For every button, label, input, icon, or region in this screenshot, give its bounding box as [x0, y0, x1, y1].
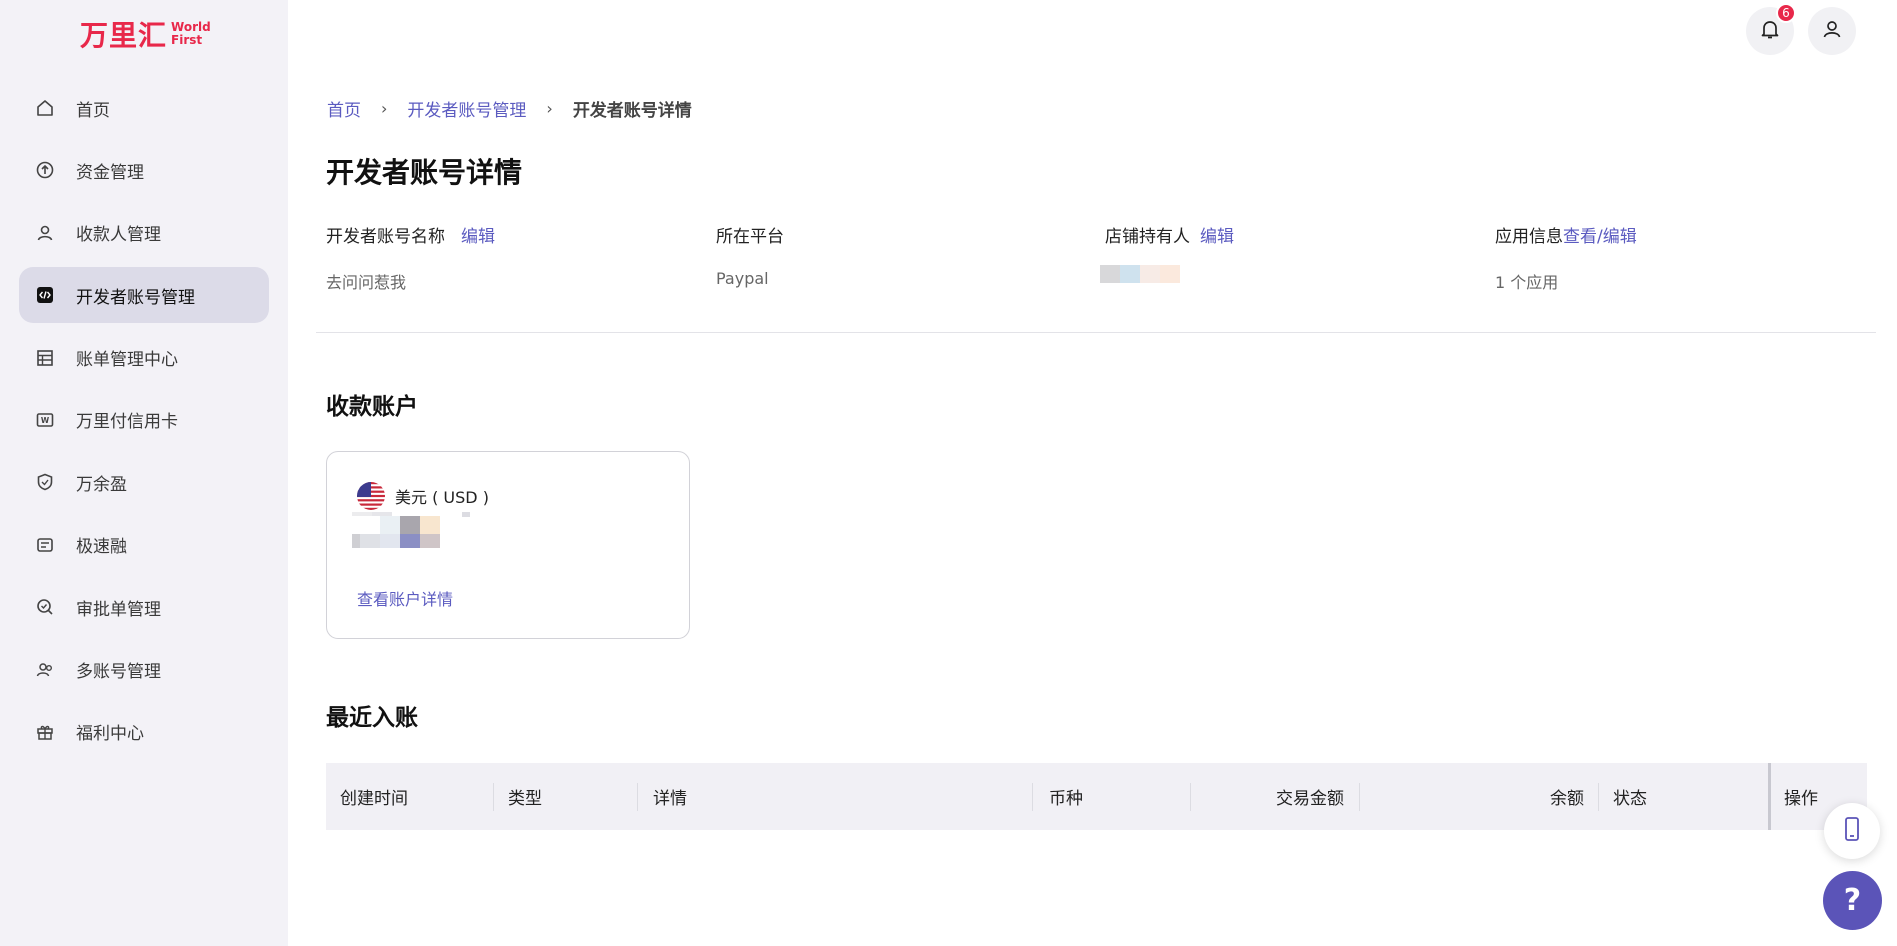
breadcrumb: 首页 › 开发者账号管理 › 开发者账号详情	[327, 96, 692, 121]
platform-label: 所在平台	[716, 227, 784, 247]
multi-account-icon	[35, 660, 55, 680]
account-name-label: 开发者账号名称	[326, 227, 445, 247]
brand-name-cn: 万里汇	[80, 19, 168, 52]
receiving-accounts-title: 收款账户	[326, 394, 418, 420]
breadcrumb-current: 开发者账号详情	[572, 101, 692, 121]
sidebar-item-label: 账单管理中心	[76, 350, 178, 371]
sidebar: 万里汇 World First 首页 资金管理 收款人管理 开发者账号管理 账单…	[0, 0, 288, 946]
bell-icon	[1759, 18, 1781, 44]
approval-icon	[35, 597, 55, 617]
account-currency: 美元 ( USD )	[395, 488, 489, 507]
sticky-column-shadow	[1768, 763, 1771, 830]
user-icon	[1821, 18, 1843, 44]
platform-field: 所在平台 Paypal	[716, 222, 784, 288]
app-info-label: 应用信息	[1495, 227, 1563, 247]
phone-icon	[1841, 816, 1863, 846]
column-divider	[1032, 783, 1033, 811]
sidebar-item-label: 开发者账号管理	[76, 287, 195, 308]
column-header-balance: 余额	[1550, 789, 1584, 809]
card-icon: W	[35, 410, 55, 430]
sidebar-item-fast-finance[interactable]: 极速融	[19, 517, 269, 573]
chevron-right-icon: ›	[381, 99, 388, 118]
app-info-field: 应用信息 查看/编辑 1 个应用	[1495, 222, 1637, 293]
brand-name-en: World First	[171, 21, 211, 47]
gift-icon	[35, 722, 55, 742]
column-header-currency: 币种	[1049, 789, 1083, 809]
edit-account-name-link[interactable]: 编辑	[461, 222, 495, 247]
column-header-details: 详情	[653, 789, 687, 809]
breadcrumb-parent-link[interactable]: 开发者账号管理	[407, 96, 526, 121]
sidebar-item-label: 万里付信用卡	[76, 412, 178, 433]
recent-transactions-title: 最近入账	[326, 705, 418, 731]
sidebar-item-home[interactable]: 首页	[19, 80, 269, 136]
divider	[316, 332, 1876, 333]
sidebar-item-label: 收款人管理	[76, 225, 161, 246]
page-title: 开发者账号详情	[326, 156, 523, 189]
question-mark-icon: ?	[1843, 883, 1862, 918]
sidebar-item-credit-card[interactable]: W 万里付信用卡	[19, 392, 269, 448]
transactions-table-header: 创建时间 类型 详情 币种 交易金额 余额 状态 操作	[326, 763, 1867, 830]
shield-icon	[35, 472, 55, 492]
sidebar-item-label: 资金管理	[76, 162, 144, 183]
sidebar-item-multi-account[interactable]: 多账号管理	[19, 642, 269, 698]
breadcrumb-home-link[interactable]: 首页	[327, 96, 361, 121]
sidebar-item-label: 审批单管理	[76, 599, 161, 620]
payee-icon	[35, 223, 55, 243]
sidebar-item-label: 首页	[76, 100, 110, 121]
account-number-redacted	[352, 512, 472, 552]
sidebar-item-wanyuying[interactable]: 万余盈	[19, 454, 269, 510]
account-name-value: 去问问惹我	[326, 273, 407, 292]
brand-name-en-line2: First	[171, 33, 203, 47]
sidebar-nav: 首页 资金管理 收款人管理 开发者账号管理 账单管理中心 W 万里付信用卡 万余…	[19, 80, 269, 766]
sidebar-item-label: 多账号管理	[76, 662, 161, 683]
sidebar-item-payee[interactable]: 收款人管理	[19, 205, 269, 261]
sidebar-item-developer-account[interactable]: 开发者账号管理	[19, 267, 269, 324]
column-divider	[1359, 783, 1360, 811]
view-account-details-link[interactable]: 查看账户详情	[357, 586, 453, 610]
chevron-right-icon: ›	[546, 99, 553, 118]
fund-icon	[35, 160, 55, 180]
mobile-app-button[interactable]	[1824, 803, 1880, 859]
account-name-field: 开发者账号名称 编辑 去问问惹我	[326, 222, 495, 293]
column-divider	[1598, 783, 1599, 811]
sidebar-item-label: 福利中心	[76, 724, 144, 745]
column-header-amount: 交易金额	[1276, 789, 1344, 809]
sidebar-item-label: 万余盈	[76, 474, 127, 495]
store-owner-redacted	[1100, 265, 1234, 287]
sidebar-item-approval[interactable]: 审批单管理	[19, 579, 269, 635]
user-menu-button[interactable]	[1808, 7, 1856, 55]
column-divider	[1190, 783, 1191, 811]
store-owner-label: 店铺持有人	[1105, 227, 1190, 247]
column-divider	[637, 783, 638, 811]
app-count-value: 1 个应用	[1495, 273, 1559, 292]
sidebar-item-label: 极速融	[76, 537, 127, 558]
code-icon	[35, 285, 55, 305]
notification-count-badge: 6	[1776, 3, 1796, 23]
receiving-account-card[interactable]: 美元 ( USD ) 查看账户详情	[326, 451, 690, 639]
column-header-created-time: 创建时间	[340, 789, 408, 809]
column-divider	[493, 783, 494, 811]
edit-store-owner-link[interactable]: 编辑	[1200, 222, 1234, 247]
brand-name-en-line1: World	[171, 20, 211, 34]
notifications-button[interactable]: 6	[1746, 3, 1796, 55]
brand-logo[interactable]: 万里汇 World First	[80, 14, 211, 54]
sidebar-item-fund[interactable]: 资金管理	[19, 142, 269, 198]
finance-icon	[35, 535, 55, 555]
column-header-actions: 操作	[1784, 789, 1818, 809]
account-info: 开发者账号名称 编辑 去问问惹我 所在平台 Paypal 店铺持有人 编辑 应用…	[326, 222, 1876, 292]
column-header-type: 类型	[508, 789, 542, 809]
column-header-status: 状态	[1613, 789, 1647, 809]
home-icon	[35, 98, 55, 118]
view-edit-app-link[interactable]: 查看/编辑	[1563, 222, 1637, 247]
sidebar-item-bill-center[interactable]: 账单管理中心	[19, 330, 269, 386]
us-flag-icon	[357, 482, 385, 510]
sidebar-item-benefits[interactable]: 福利中心	[19, 704, 269, 760]
help-button[interactable]: ?	[1823, 871, 1882, 930]
platform-value: Paypal	[716, 269, 769, 288]
store-owner-field: 店铺持有人 编辑	[1100, 222, 1234, 287]
svg-text:W: W	[41, 416, 50, 425]
bill-icon	[35, 348, 55, 368]
